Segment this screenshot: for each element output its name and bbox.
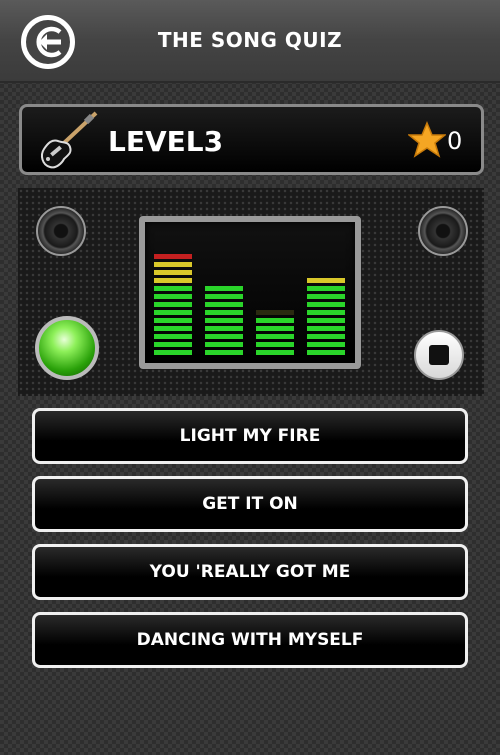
guitar-icon — [41, 111, 98, 169]
answer-button-3[interactable]: YOU 'REALLY GOT ME — [32, 544, 468, 600]
answer-button-4[interactable]: DANCING WITH MYSELF — [32, 612, 468, 668]
stop-button[interactable] — [414, 330, 464, 380]
stop-icon — [429, 345, 449, 365]
answer-button-2[interactable]: GET IT ON — [32, 476, 468, 532]
app-title: THE SONG QUIZ — [157, 28, 343, 52]
equalizer-bar — [307, 278, 345, 355]
play-button[interactable] — [35, 316, 99, 380]
star-icon — [408, 121, 446, 158]
equalizer-bar — [154, 254, 192, 355]
level-label: LEVEL3 — [108, 125, 224, 158]
equalizer-bar — [256, 310, 294, 355]
equalizer-bars — [154, 254, 345, 355]
player-panel — [18, 188, 484, 396]
speaker-right-icon — [418, 206, 468, 256]
equalizer-bar — [205, 286, 243, 355]
equalizer-display — [139, 216, 361, 369]
star-count: 0 — [447, 127, 463, 155]
level-panel: LEVEL3 0 — [19, 104, 484, 175]
speaker-left-icon — [36, 206, 86, 256]
top-bar: THE SONG QUIZ — [0, 0, 500, 83]
answer-button-1[interactable]: LIGHT MY FIRE — [32, 408, 468, 464]
